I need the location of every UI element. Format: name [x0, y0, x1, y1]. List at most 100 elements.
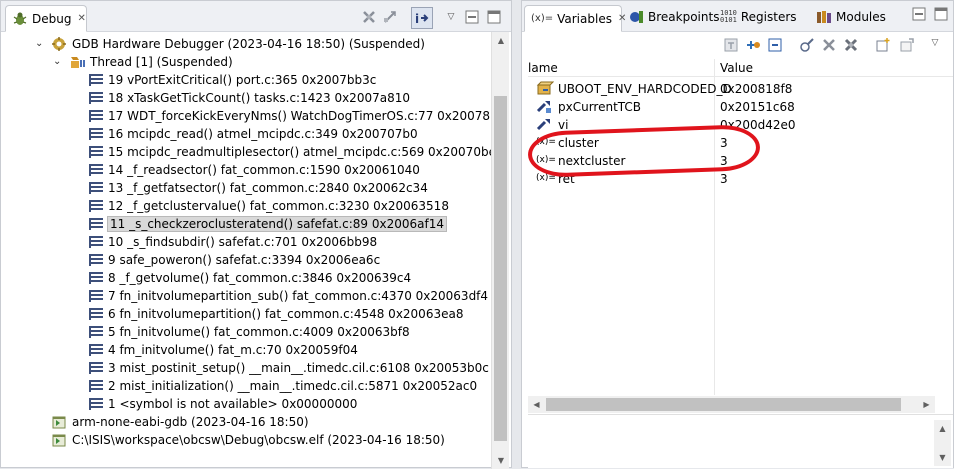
scroll-up-icon[interactable]: ▲ [934, 420, 951, 437]
scrollbar-thumb[interactable] [546, 398, 901, 411]
stack-frame-label: 14 _f_readsector() fat_common.c:1590 0x2… [108, 163, 420, 177]
stack-frame[interactable]: 17 WDT_forceKickEveryNms() WatchDogTimer… [89, 107, 491, 125]
process-node-elf[interactable]: C:\ISIS\workspace\obcsw\Debug\obcsw.elf … [51, 431, 445, 449]
launch-node[interactable]: ⌄ GDB Hardware Debugger (2023-04-16 18:5… [35, 35, 425, 53]
remove-terminated-icon[interactable] [360, 8, 378, 26]
thread-suspended-icon [69, 54, 85, 70]
tab-breakpoints[interactable]: Breakpoints [622, 5, 725, 29]
stack-frame[interactable]: 16 mcipdc_read() atmel_mcipdc.c:349 0x20… [89, 125, 418, 143]
scroll-down-icon[interactable]: ▼ [492, 452, 510, 469]
instruction-stepping-icon[interactable]: i [411, 7, 433, 29]
tab-variables-label: Variables [557, 11, 612, 26]
column-header-name[interactable]: lame [528, 61, 558, 75]
debug-vertical-scrollbar[interactable]: ▲ ▼ [491, 32, 509, 469]
stack-frame[interactable]: 19 vPortExitCritical() port.c:365 0x2007… [89, 71, 376, 89]
tab-registers[interactable]: 1010 0101 Registers [714, 5, 803, 29]
stack-frame-icon [89, 236, 103, 248]
red-annotation-circle [527, 123, 761, 179]
stack-frame[interactable]: 15 mcipdc_readmultiplesector() atmel_mci… [89, 143, 491, 161]
stack-frame[interactable]: 7 fn_initvolumepartition_sub() fat_commo… [89, 287, 488, 305]
stack-frame[interactable]: 18 xTaskGetTickCount() tasks.c:1423 0x20… [89, 89, 410, 107]
disconnect-icon[interactable] [381, 8, 399, 26]
minimize-icon[interactable] [463, 8, 481, 26]
variable-row[interactable]: UBOOT_ENV_HARDCODED_D 0x200818f8 [528, 80, 953, 98]
gdb-launch-icon [51, 36, 67, 52]
thread-label: Thread [1] (Suspended) [90, 55, 233, 69]
tab-registers-label: Registers [740, 10, 797, 24]
stack-frame[interactable]: 12 _f_getclustervalue() fat_common.c:323… [89, 197, 449, 215]
launch-label: GDB Hardware Debugger (2023-04-16 18:50)… [72, 37, 425, 51]
stack-frame-icon [89, 164, 103, 176]
registers-icon: 1010 0101 [720, 9, 737, 24]
stack-frame[interactable]: 9 safe_poweron() safefat.c:3394 0x2006ea… [89, 251, 380, 269]
stack-frame[interactable]: 14 _f_readsector() fat_common.c:1590 0x2… [89, 161, 420, 179]
stack-frame[interactable]: 5 fn_initvolume() fat_common.c:4009 0x20… [89, 323, 410, 341]
stack-frame-label: 10 _s_findsubdir() safefat.c:701 0x2006b… [108, 235, 378, 249]
tab-modules[interactable]: Modules [810, 5, 892, 29]
add-global-variables-icon[interactable] [744, 36, 762, 54]
tab-debug-label: Debug [32, 11, 72, 26]
variables-view: (x)= Variables ✕ Breakpoints 1010 0101 R… [521, 0, 954, 468]
variable-name: pxCurrentTCB [558, 100, 642, 114]
stack-frame-icon [89, 110, 103, 122]
remove-selected-icon[interactable] [820, 36, 838, 54]
stack-frame[interactable]: 10 _s_findsubdir() safefat.c:701 0x2006b… [89, 233, 377, 251]
stack-frame[interactable]: 2 mist_initialization() __main__.timedc.… [89, 377, 477, 395]
variables-tabbar: (x)= Variables ✕ Breakpoints 1010 0101 R… [522, 1, 953, 32]
stack-frame-label: 18 xTaskGetTickCount() tasks.c:1423 0x20… [108, 91, 410, 105]
scroll-left-icon[interactable]: ◀ [528, 396, 545, 413]
watch-icon[interactable] [798, 36, 816, 54]
stack-frame-icon [89, 92, 103, 104]
detail-vertical-scrollbar[interactable]: ▲ ▼ [934, 420, 951, 466]
scroll-up-icon[interactable]: ▲ [492, 32, 510, 49]
new-view-icon[interactable] [874, 36, 892, 54]
stack-frame-selected[interactable]: 11 _s_checkzeroclusteratend() safefat.c:… [89, 215, 447, 233]
stack-frame-label: 5 fn_initvolume() fat_common.c:4009 0x20… [108, 325, 410, 339]
scroll-down-icon[interactable]: ▼ [934, 449, 951, 466]
scroll-right-icon[interactable]: ▶ [918, 396, 935, 413]
stack-frame[interactable]: 3 mist_postinit_setup() __main__.timedc.… [89, 359, 489, 377]
variables-horizontal-scrollbar[interactable]: ◀ ▶ [528, 396, 935, 413]
expand-chevron-icon[interactable]: ⌄ [35, 38, 43, 49]
view-menu-chevron-down-icon[interactable]: ▽ [926, 34, 944, 52]
stack-frame-icon [89, 326, 103, 338]
stack-frame-label: 19 vPortExitCritical() port.c:365 0x2007… [108, 73, 377, 87]
variable-value: 0x200818f8 [720, 82, 793, 96]
stack-frame[interactable]: 13 _f_getfatsector() fat_common.c:2840 0… [89, 179, 428, 197]
process-node-gdb[interactable]: arm-none-eabi-gdb (2023-04-16 18:50) [51, 413, 309, 431]
variables-toolbar: ▽ [522, 32, 953, 58]
variable-row[interactable]: pxCurrentTCB 0x20151c68 [528, 98, 953, 116]
process-icon [51, 414, 67, 430]
close-icon[interactable]: ✕ [77, 13, 85, 24]
collapse-all-icon[interactable] [766, 36, 784, 54]
thread-node[interactable]: ⌄ Thread [1] (Suspended) [53, 53, 233, 71]
stack-frame-icon [89, 272, 103, 284]
stack-frame[interactable]: 6 fn_initvolumepartition() fat_common.c:… [89, 305, 463, 323]
column-header-value[interactable]: Value [720, 61, 753, 75]
tab-debug[interactable]: Debug ✕ [5, 5, 87, 32]
pin-view-icon[interactable] [898, 36, 916, 54]
expand-chevron-icon[interactable]: ⌄ [53, 56, 61, 67]
stack-frame-icon [89, 128, 103, 140]
debug-view: Debug ✕ i ▽ ⌄ GDB Hardware Debugger (202… [0, 0, 512, 469]
stack-frame-icon [89, 146, 103, 158]
stack-frame-label: 7 fn_initvolumepartition_sub() fat_commo… [108, 289, 489, 303]
view-menu-chevron-down-icon[interactable]: ▽ [442, 8, 460, 26]
stack-frame-icon [89, 398, 103, 410]
stack-frame-icon [89, 290, 103, 302]
tab-variables[interactable]: (x)= Variables ✕ [524, 5, 626, 32]
stack-frame-label: 16 mcipdc_read() atmel_mcipdc.c:349 0x20… [108, 127, 418, 141]
stack-frame[interactable]: 8 _f_getvolume() fat_common.c:3846 0x200… [89, 269, 411, 287]
maximize-icon[interactable] [485, 8, 503, 26]
stack-frame-label: 13 _f_getfatsector() fat_common.c:2840 0… [108, 181, 428, 195]
remove-all-icon[interactable] [842, 36, 860, 54]
scrollbar-thumb[interactable] [494, 96, 507, 441]
minimize-icon[interactable] [910, 5, 928, 23]
variable-name: UBOOT_ENV_HARDCODED_D [558, 82, 732, 96]
process-label: arm-none-eabi-gdb (2023-04-16 18:50) [72, 415, 309, 429]
stack-frame[interactable]: 1 <symbol is not available> 0x00000000 [89, 395, 357, 413]
maximize-icon[interactable] [932, 5, 950, 23]
variable-detail-pane[interactable] [528, 414, 953, 468]
type-names-icon[interactable] [722, 36, 740, 54]
stack-frame[interactable]: 4 fm_initvolume() fat_m.c:70 0x20059f04 [89, 341, 358, 359]
